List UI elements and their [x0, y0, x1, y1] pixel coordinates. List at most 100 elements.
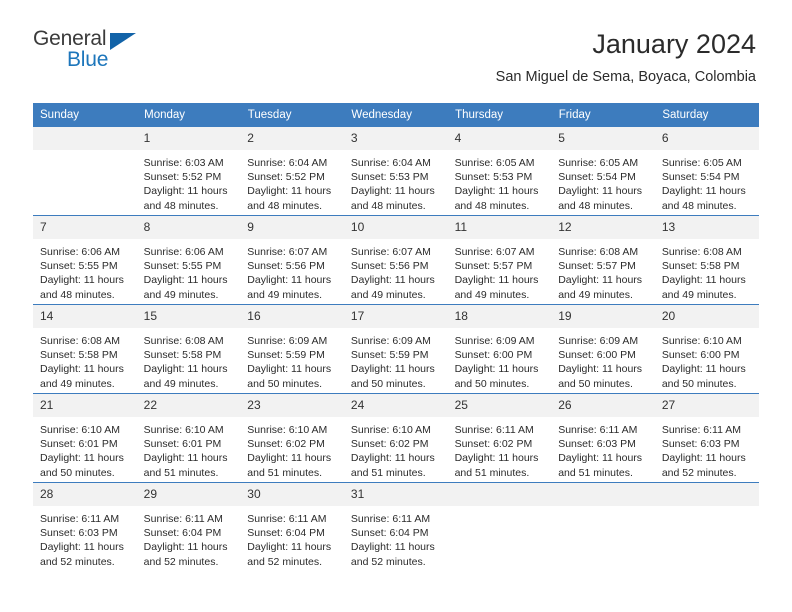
- daylight-text-line1: Daylight: 11 hours: [247, 452, 332, 465]
- day-number: 12: [551, 216, 655, 239]
- calendar-day-cell-empty: [551, 482, 655, 571]
- daylight-text-line2: and 52 minutes.: [40, 555, 115, 568]
- calendar-day-cell[interactable]: 31 Sunrise: 6:11 AM Sunset: 6:04 PM Dayligh…: [343, 482, 448, 571]
- sunrise-text: Sunrise: 6:04 AM: [350, 157, 431, 169]
- daylight-text-line1: Daylight: 11 hours: [454, 274, 539, 287]
- calendar-day-cell[interactable]: 15 Sunrise: 6:08 AM Sunset: 5:58 PM Dayligh…: [136, 304, 241, 394]
- day-number: 13: [654, 216, 759, 239]
- page-header: General Blue January 2024 San Miguel de …: [0, 0, 792, 103]
- calendar-day-cell[interactable]: 9 Sunrise: 6:07 AM Sunset: 5:56 PM Daylight…: [240, 215, 344, 305]
- daylight-text-line2: and 48 minutes.: [558, 199, 633, 212]
- day-sun-info: Sunrise: 6:10 AM Sunset: 6:00 PM Daylight:…: [655, 328, 759, 391]
- day-number: 1: [136, 127, 241, 150]
- daylight-text-line2: and 49 minutes.: [143, 377, 219, 390]
- calendar-day-cell-empty: [447, 482, 552, 571]
- calendar-day-cell[interactable]: 16 Sunrise: 6:09 AM Sunset: 5:59 PM Dayligh…: [240, 304, 344, 394]
- calendar-day-cell[interactable]: 30 Sunrise: 6:11 AM Sunset: 6:04 PM Dayligh…: [240, 482, 344, 571]
- day-number: 20: [654, 305, 759, 328]
- weekday-header-friday: Friday: [551, 103, 656, 127]
- sunset-text: Sunset: 5:58 PM: [40, 349, 118, 362]
- daylight-text-line1: Daylight: 11 hours: [143, 452, 228, 465]
- sunrise-text: Sunrise: 6:11 AM: [454, 424, 534, 436]
- daylight-text-line1: Daylight: 11 hours: [247, 541, 332, 554]
- day-number: [551, 483, 655, 506]
- calendar-day-cell[interactable]: 6 Sunrise: 6:05 AM Sunset: 5:54 PM Daylight…: [654, 127, 759, 216]
- calendar-week-row: 14 Sunrise: 6:08 AM Sunset: 5:58 PM Dayligh…: [33, 304, 759, 394]
- daylight-text-line1: Daylight: 11 hours: [40, 274, 124, 287]
- daylight-text-line2: and 50 minutes.: [350, 377, 426, 390]
- calendar-day-cell[interactable]: 29 Sunrise: 6:11 AM Sunset: 6:04 PM Dayligh…: [136, 482, 241, 571]
- daylight-text-line2: and 50 minutes.: [454, 377, 530, 390]
- daylight-text-line2: and 52 minutes.: [247, 555, 322, 568]
- calendar-day-cell[interactable]: 28 Sunrise: 6:11 AM Sunset: 6:03 PM Dayligh…: [33, 482, 137, 571]
- day-number: 2: [240, 127, 344, 150]
- daylight-text-line2: and 50 minutes.: [661, 377, 737, 390]
- daylight-text-line2: and 49 minutes.: [40, 377, 115, 390]
- sunrise-text: Sunrise: 6:11 AM: [661, 424, 742, 436]
- general-blue-logo[interactable]: General Blue: [33, 28, 153, 82]
- daylight-text-line1: Daylight: 11 hours: [143, 363, 228, 376]
- calendar-table: Sunday Monday Tuesday Wednesday Thursday…: [33, 103, 759, 571]
- sunrise-text: Sunrise: 6:11 AM: [143, 513, 223, 525]
- daylight-text-line2: and 50 minutes.: [40, 466, 115, 479]
- day-sun-info: Sunrise: 6:04 AM Sunset: 5:52 PM Daylight:…: [240, 150, 344, 213]
- daylight-text-line1: Daylight: 11 hours: [350, 185, 435, 198]
- calendar-day-cell[interactable]: 3 Sunrise: 6:04 AM Sunset: 5:53 PM Daylight…: [343, 127, 448, 216]
- daylight-text-line1: Daylight: 11 hours: [143, 185, 228, 198]
- day-number: [654, 483, 759, 506]
- daylight-text-line2: and 48 minutes.: [454, 199, 530, 212]
- sunset-text: Sunset: 5:57 PM: [454, 260, 533, 273]
- calendar-day-cell[interactable]: 25 Sunrise: 6:11 AM Sunset: 6:02 PM Dayligh…: [447, 393, 552, 483]
- daylight-text-line2: and 49 minutes.: [350, 288, 426, 301]
- sunrise-text: Sunrise: 6:07 AM: [247, 246, 328, 258]
- calendar-day-cell[interactable]: 14 Sunrise: 6:08 AM Sunset: 5:58 PM Dayligh…: [33, 304, 137, 394]
- calendar-day-cell[interactable]: 18 Sunrise: 6:09 AM Sunset: 6:00 PM Dayligh…: [447, 304, 552, 394]
- calendar-day-cell[interactable]: 8 Sunrise: 6:06 AM Sunset: 5:55 PM Daylight…: [136, 215, 241, 305]
- daylight-text-line1: Daylight: 11 hours: [350, 274, 435, 287]
- daylight-text-line1: Daylight: 11 hours: [558, 363, 643, 376]
- calendar-day-cell[interactable]: 19 Sunrise: 6:09 AM Sunset: 6:00 PM Dayligh…: [551, 304, 655, 394]
- calendar-day-cell[interactable]: 2 Sunrise: 6:04 AM Sunset: 5:52 PM Daylight…: [240, 127, 344, 216]
- calendar-day-cell[interactable]: 23 Sunrise: 6:10 AM Sunset: 6:02 PM Dayligh…: [240, 393, 344, 483]
- calendar-day-cell[interactable]: 12 Sunrise: 6:08 AM Sunset: 5:57 PM Dayligh…: [551, 215, 655, 305]
- day-number: 9: [240, 216, 344, 239]
- weekday-header-saturday: Saturday: [654, 103, 759, 127]
- calendar-day-cell[interactable]: 5 Sunrise: 6:05 AM Sunset: 5:54 PM Daylight…: [551, 127, 655, 216]
- sunrise-text: Sunrise: 6:10 AM: [247, 424, 328, 436]
- calendar-day-cell[interactable]: 27 Sunrise: 6:11 AM Sunset: 6:03 PM Dayligh…: [654, 393, 759, 483]
- daylight-text-line2: and 52 minutes.: [661, 466, 737, 479]
- calendar-day-cell[interactable]: 21 Sunrise: 6:10 AM Sunset: 6:01 PM Dayligh…: [33, 393, 137, 483]
- calendar-day-cell[interactable]: 26 Sunrise: 6:11 AM Sunset: 6:03 PM Dayligh…: [551, 393, 655, 483]
- calendar-day-cell[interactable]: 13 Sunrise: 6:08 AM Sunset: 5:58 PM Dayligh…: [654, 215, 759, 305]
- calendar-week-row: 28 Sunrise: 6:11 AM Sunset: 6:03 PM Dayligh…: [33, 482, 759, 571]
- calendar-day-cell[interactable]: 10 Sunrise: 6:07 AM Sunset: 5:56 PM Dayligh…: [343, 215, 448, 305]
- sunrise-text: Sunrise: 6:08 AM: [661, 246, 742, 258]
- daylight-text-line1: Daylight: 11 hours: [40, 452, 124, 465]
- day-sun-info: Sunrise: 6:08 AM Sunset: 5:58 PM Daylight:…: [33, 328, 137, 391]
- sunset-text: Sunset: 5:54 PM: [558, 171, 636, 184]
- calendar-header-row: Sunday Monday Tuesday Wednesday Thursday…: [33, 103, 759, 127]
- calendar-day-cell[interactable]: 22 Sunrise: 6:10 AM Sunset: 6:01 PM Dayligh…: [136, 393, 241, 483]
- calendar-day-cell[interactable]: 4 Sunrise: 6:05 AM Sunset: 5:53 PM Daylight…: [447, 127, 552, 216]
- calendar-day-cell[interactable]: 7 Sunrise: 6:06 AM Sunset: 5:55 PM Daylight…: [33, 215, 137, 305]
- sunset-text: Sunset: 6:02 PM: [454, 438, 533, 451]
- daylight-text-line2: and 51 minutes.: [454, 466, 530, 479]
- sunset-text: Sunset: 6:04 PM: [350, 527, 429, 540]
- sunset-text: Sunset: 6:00 PM: [454, 349, 533, 362]
- logo-triangle-icon: [110, 33, 136, 50]
- daylight-text-line1: Daylight: 11 hours: [558, 452, 643, 465]
- sunset-text: Sunset: 5:57 PM: [558, 260, 636, 273]
- day-sun-info: Sunrise: 6:07 AM Sunset: 5:57 PM Daylight:…: [448, 239, 552, 302]
- calendar-day-cell[interactable]: 24 Sunrise: 6:10 AM Sunset: 6:02 PM Dayligh…: [343, 393, 448, 483]
- calendar-day-cell[interactable]: 11 Sunrise: 6:07 AM Sunset: 5:57 PM Dayligh…: [447, 215, 552, 305]
- logo-text-blue: Blue: [67, 48, 109, 71]
- day-sun-info: Sunrise: 6:11 AM Sunset: 6:03 PM Daylight:…: [655, 417, 759, 480]
- sunset-text: Sunset: 6:03 PM: [558, 438, 636, 451]
- day-sun-info: Sunrise: 6:11 AM Sunset: 6:02 PM Daylight:…: [448, 417, 552, 480]
- day-number: [447, 483, 552, 506]
- page-subtitle: San Miguel de Sema, Boyaca, Colombia: [495, 68, 756, 85]
- calendar-day-cell[interactable]: 1 Sunrise: 6:03 AM Sunset: 5:52 PM Daylight…: [136, 127, 241, 216]
- calendar-day-cell[interactable]: 17 Sunrise: 6:09 AM Sunset: 5:59 PM Dayligh…: [343, 304, 448, 394]
- calendar-day-cell[interactable]: 20 Sunrise: 6:10 AM Sunset: 6:00 PM Dayligh…: [654, 304, 759, 394]
- day-sun-info: Sunrise: 6:08 AM Sunset: 5:58 PM Daylight:…: [137, 328, 241, 391]
